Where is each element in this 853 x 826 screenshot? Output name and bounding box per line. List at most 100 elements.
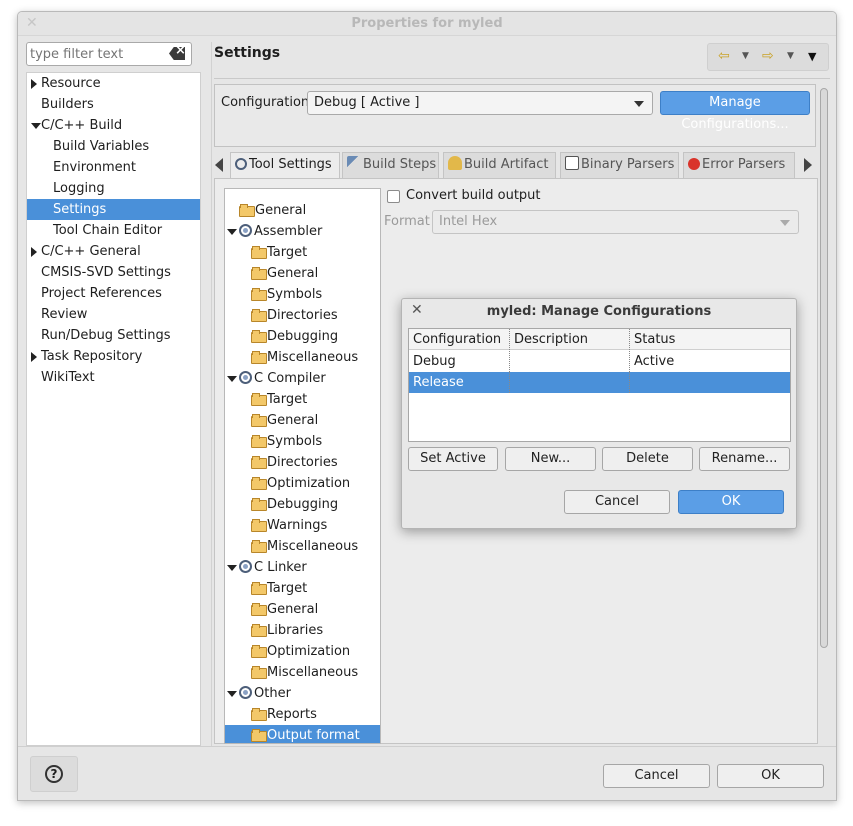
tree-node[interactable]: General <box>225 263 318 284</box>
forward-icon[interactable]: ⇨ <box>762 48 774 64</box>
back-dropdown-icon[interactable]: ▼ <box>742 51 749 61</box>
dialog-ok-button[interactable]: OK <box>678 490 784 514</box>
tree-node[interactable]: Miscellaneous <box>225 536 358 557</box>
sidebar-item[interactable]: Project References <box>27 283 200 304</box>
tree-node-label: Optimization <box>267 644 351 659</box>
column-header-status[interactable]: Status <box>629 329 790 350</box>
tree-node[interactable]: Directories <box>225 305 338 326</box>
tree-node[interactable]: Warnings <box>225 515 327 536</box>
window-title: Properties for myled <box>351 16 503 31</box>
sidebar-item-label: Builders <box>41 97 94 112</box>
tab-error-parsers[interactable]: Error Parsers <box>683 152 795 178</box>
tree-node[interactable]: Miscellaneous <box>225 347 358 368</box>
sidebar-item[interactable]: Tool Chain Editor <box>27 220 200 241</box>
tab-label: Build Artifact <box>464 157 549 172</box>
sidebar-item[interactable]: CMSIS-SVD Settings <box>27 262 200 283</box>
tree-node[interactable]: C Compiler <box>227 368 326 389</box>
tree-node[interactable]: Target <box>225 242 307 263</box>
tree-node[interactable]: General <box>225 599 318 620</box>
table-row[interactable]: Release <box>409 372 790 393</box>
tree-node[interactable]: Debugging <box>225 326 338 347</box>
expanded-arrow-icon[interactable] <box>227 691 237 697</box>
sidebar-item-label: Tool Chain Editor <box>53 223 163 238</box>
option-folder-icon <box>251 308 267 322</box>
sidebar-item[interactable]: Review <box>27 304 200 325</box>
convert-output-checkbox[interactable] <box>387 190 400 203</box>
tree-node[interactable]: C Linker <box>227 557 307 578</box>
collapsed-arrow-icon[interactable] <box>31 79 37 89</box>
sidebar-item[interactable]: Settings <box>27 199 200 220</box>
new-configuration-button[interactable]: New... <box>505 447 596 471</box>
expanded-arrow-icon[interactable] <box>227 376 237 382</box>
sidebar-item[interactable]: C/C++ Build <box>27 115 200 136</box>
expanded-arrow-icon[interactable] <box>227 229 237 235</box>
tree-node-label: Directories <box>267 308 338 323</box>
column-header-description[interactable]: Description <box>509 329 629 350</box>
tree-node[interactable]: Symbols <box>225 284 322 305</box>
help-button[interactable]: ? <box>30 756 78 792</box>
vertical-scrollbar[interactable] <box>820 88 828 648</box>
sidebar-item[interactable]: Task Repository <box>27 346 200 367</box>
option-folder-icon <box>251 539 267 553</box>
tree-node[interactable]: Assembler <box>227 221 322 242</box>
tree-node[interactable]: Optimization <box>225 473 350 494</box>
sidebar-item[interactable]: C/C++ General <box>27 241 200 262</box>
expanded-arrow-icon[interactable] <box>227 565 237 571</box>
table-header: Configuration Description Status <box>409 329 790 350</box>
tree-node[interactable]: Miscellaneous <box>225 662 358 683</box>
forward-dropdown-icon[interactable]: ▼ <box>787 51 794 61</box>
back-icon[interactable]: ⇦ <box>718 48 730 64</box>
sidebar-item[interactable]: Build Variables <box>27 136 200 157</box>
tree-node[interactable]: Debugging <box>225 494 338 515</box>
set-active-button[interactable]: Set Active <box>408 447 498 471</box>
tree-node[interactable]: Symbols <box>225 431 322 452</box>
tree-node[interactable]: Libraries <box>225 620 323 641</box>
tree-node[interactable]: Reports <box>225 704 317 725</box>
configuration-select[interactable]: Debug [ Active ] <box>307 91 653 115</box>
sidebar-item[interactable]: Builders <box>27 94 200 115</box>
sidebar-item[interactable]: Run/Debug Settings <box>27 325 200 346</box>
tree-node-label: Reports <box>267 707 317 722</box>
tree-node[interactable]: General <box>225 410 318 431</box>
sidebar-item-label: Settings <box>53 202 107 217</box>
tab-scroll-right-icon[interactable] <box>804 158 812 172</box>
sidebar-item[interactable]: WikiText <box>27 367 200 388</box>
sidebar-item[interactable]: Logging <box>27 178 200 199</box>
collapsed-arrow-icon[interactable] <box>31 352 37 362</box>
tree-node[interactable]: Optimization <box>225 641 350 662</box>
configuration-label: Configuration: <box>221 95 314 110</box>
sidebar-item[interactable]: Resource <box>27 73 200 94</box>
view-menu-icon[interactable]: ▼ <box>808 50 816 63</box>
tree-node[interactable]: Target <box>225 389 307 410</box>
option-folder-icon <box>239 203 255 217</box>
tree-node[interactable]: Target <box>225 578 307 599</box>
tab-scroll-left-icon[interactable] <box>215 158 223 172</box>
tree-node[interactable]: Other <box>227 683 291 704</box>
tree-node-label: C Linker <box>254 560 307 575</box>
sidebar-item-label: Resource <box>41 76 101 91</box>
manage-configurations-button[interactable]: Manage Configurations... <box>660 91 810 132</box>
tree-node[interactable]: Directories <box>225 452 338 473</box>
tab-build-artifact[interactable]: Build Artifact <box>443 152 556 178</box>
format-select: Intel Hex <box>432 210 799 234</box>
tree-node[interactable]: General <box>227 200 306 221</box>
sidebar-sash[interactable] <box>211 42 212 746</box>
sidebar-item[interactable]: Environment <box>27 157 200 178</box>
tab-binary-parsers[interactable]: Binary Parsers <box>560 152 679 178</box>
chevron-down-icon <box>634 101 644 107</box>
tab-build-steps[interactable]: Build Steps <box>342 152 439 178</box>
dialog-cancel-button[interactable]: Cancel <box>564 490 670 514</box>
cancel-button[interactable]: Cancel <box>603 764 710 788</box>
tab-tool-settings[interactable]: Tool Settings <box>230 152 340 179</box>
collapsed-arrow-icon[interactable] <box>31 247 37 257</box>
tree-node-label: General <box>267 602 319 617</box>
expanded-arrow-icon[interactable] <box>31 123 41 129</box>
filter-input[interactable] <box>30 45 160 63</box>
clear-filter-icon[interactable] <box>169 47 185 60</box>
tree-node[interactable]: Output format <box>225 725 380 743</box>
rename-configuration-button[interactable]: Rename... <box>699 447 790 471</box>
table-row[interactable]: Debug Active <box>409 351 790 372</box>
ok-button[interactable]: OK <box>717 764 824 788</box>
column-header-configuration[interactable]: Configuration <box>409 329 509 350</box>
delete-configuration-button[interactable]: Delete <box>602 447 693 471</box>
